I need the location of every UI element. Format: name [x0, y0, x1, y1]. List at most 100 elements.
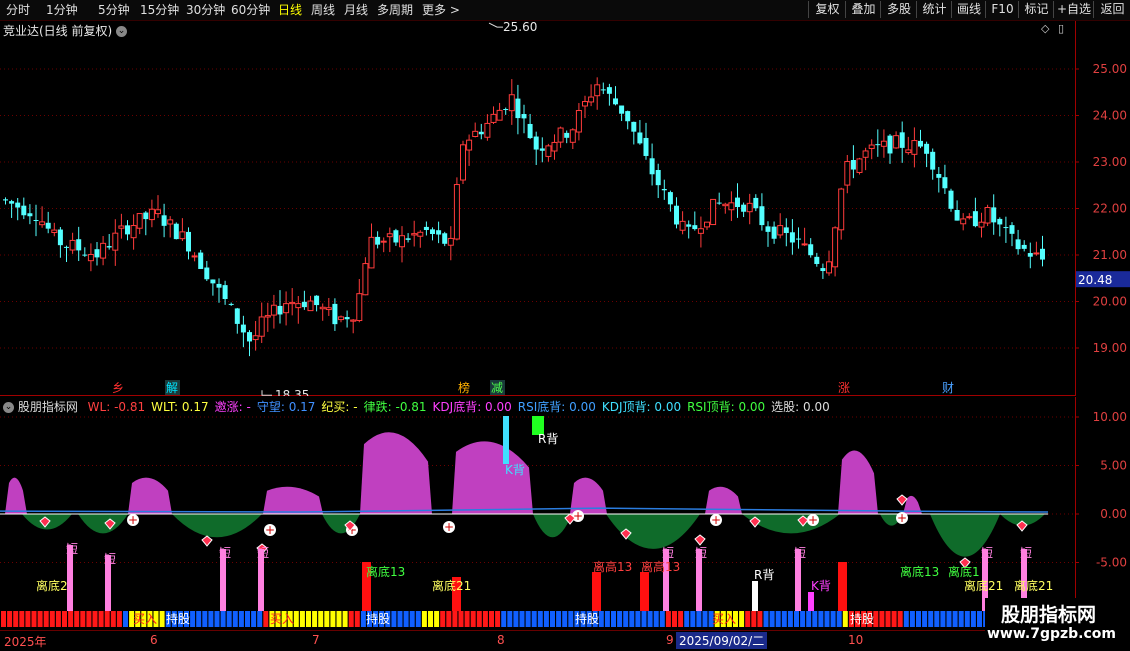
f10-button[interactable]: F10 [985, 1, 1019, 18]
add-watchlist-button[interactable]: +自选 [1053, 1, 1094, 18]
buy-label: 买入 [712, 612, 736, 626]
candle-body [39, 221, 46, 226]
short-label: 短 [104, 552, 116, 566]
candlestick-panel[interactable]: 25.60 18.35 乡 解 榜 减 涨 财 [0, 21, 1075, 396]
positive-area [360, 432, 432, 514]
period-tab-monthly[interactable]: 月线 [344, 2, 368, 18]
period-tab-30min[interactable]: 30分钟 [186, 2, 225, 18]
price-tick-label: 21.00 [1093, 248, 1127, 262]
watermark-title: 股朋指标网 [1001, 604, 1097, 626]
period-tab-1min[interactable]: 1分钟 [46, 2, 78, 18]
period-tab-weekly[interactable]: 周线 [311, 2, 335, 18]
candle-body [966, 216, 973, 219]
candle-body [204, 267, 210, 280]
candle-body [210, 279, 216, 284]
period-tab-daily[interactable]: 日线 [278, 2, 302, 18]
candle-body [838, 188, 845, 231]
period-tab-15min[interactable]: 15分钟 [140, 2, 179, 18]
state-block [507, 611, 513, 627]
period-tab-more[interactable]: 更多 > [422, 2, 460, 18]
candle-body [569, 129, 576, 143]
indicator-panel[interactable]: ++ + ++ + + +K背R背短短短短短短短短短R背K背离底2离底13离底21离高13… [0, 397, 1075, 630]
mark-button[interactable]: 标记 [1018, 1, 1054, 18]
candle-body [991, 207, 997, 223]
panel-settings-icon[interactable]: ◇ [1041, 22, 1049, 35]
candle-body [9, 201, 15, 204]
title-dropdown-icon[interactable]: ⌄ [116, 26, 128, 37]
back-button[interactable]: 返回 [1093, 1, 1130, 18]
candle-body [954, 209, 960, 221]
candle-body [746, 202, 753, 213]
state-block [251, 611, 257, 627]
state-block [116, 611, 122, 627]
state-block [1, 611, 6, 627]
candle-body [155, 209, 161, 215]
candle-body [783, 227, 789, 233]
fuquan-button[interactable]: 复权 [808, 1, 846, 18]
candle-body [173, 223, 179, 240]
state-block [824, 611, 830, 627]
state-block [336, 611, 342, 627]
state-block [800, 611, 806, 627]
candle-body [222, 285, 228, 299]
period-tab-multi[interactable]: 多周期 [377, 2, 413, 18]
candle-body [167, 219, 174, 225]
overlay-button[interactable]: 叠加 [845, 1, 881, 18]
short-label: 短 [257, 546, 269, 560]
state-block [220, 611, 226, 627]
candle-body [350, 319, 357, 322]
indicator-dropdown-icon[interactable]: ⌄ [3, 402, 14, 413]
indicator-tick-label: 5.00 [1100, 459, 1127, 473]
candle-body [631, 121, 637, 132]
plus-glyph: + [808, 513, 818, 527]
price-tick-label: 23.00 [1093, 155, 1127, 169]
state-block [598, 611, 604, 627]
hold-label: 持股 [366, 611, 390, 626]
candle-body [466, 139, 473, 151]
candle-body [338, 316, 344, 321]
candle-body [1033, 252, 1040, 255]
stats-button[interactable]: 统计 [916, 1, 952, 18]
candle-body [527, 123, 533, 139]
draw-button[interactable]: 画线 [951, 1, 986, 18]
state-block [531, 611, 537, 627]
indicator-tick-label: -5.00 [1096, 556, 1127, 570]
candle-body [319, 306, 326, 310]
state-block [690, 611, 696, 627]
candle-body [503, 108, 509, 110]
state-block [525, 611, 531, 627]
period-tab-realtime[interactable]: 分时 [6, 2, 30, 18]
candle-body [594, 84, 601, 97]
period-tab-5min[interactable]: 5分钟 [98, 2, 130, 18]
state-block [428, 611, 433, 627]
multi-stock-button[interactable]: 多股 [880, 1, 917, 18]
candle-body [118, 225, 125, 229]
state-block [635, 611, 641, 627]
candle-body [240, 324, 246, 333]
candle-body [325, 307, 332, 311]
state-block [13, 611, 19, 627]
indicator-header: ⌄ 股朋指标网 WL: -0.81 WLT: 0.17 邀涨: - 守望: 0.17 纪… [3, 398, 830, 415]
panel-close-icon[interactable]: ▯ [1058, 22, 1064, 35]
candle-body [515, 98, 521, 119]
candle-body [21, 205, 27, 216]
state-block [446, 611, 452, 627]
state-block [897, 611, 903, 627]
candle-body [521, 114, 527, 119]
candle-body [478, 131, 484, 135]
high-price-pointer [488, 22, 503, 28]
short-label: 短 [219, 546, 231, 560]
period-tab-60min[interactable]: 60分钟 [231, 2, 270, 18]
plus-glyph: + [444, 520, 454, 534]
candle-body [3, 199, 8, 201]
state-block [489, 611, 494, 627]
negative-area [78, 514, 128, 534]
candle-body [674, 205, 679, 225]
candle-body [948, 190, 954, 209]
state-block [470, 611, 476, 627]
k-back-label-2: K背 [811, 579, 831, 593]
candle-body [575, 110, 582, 133]
candle-body [539, 148, 545, 151]
hold-label: 持股 [166, 611, 190, 626]
state-block [909, 611, 915, 627]
